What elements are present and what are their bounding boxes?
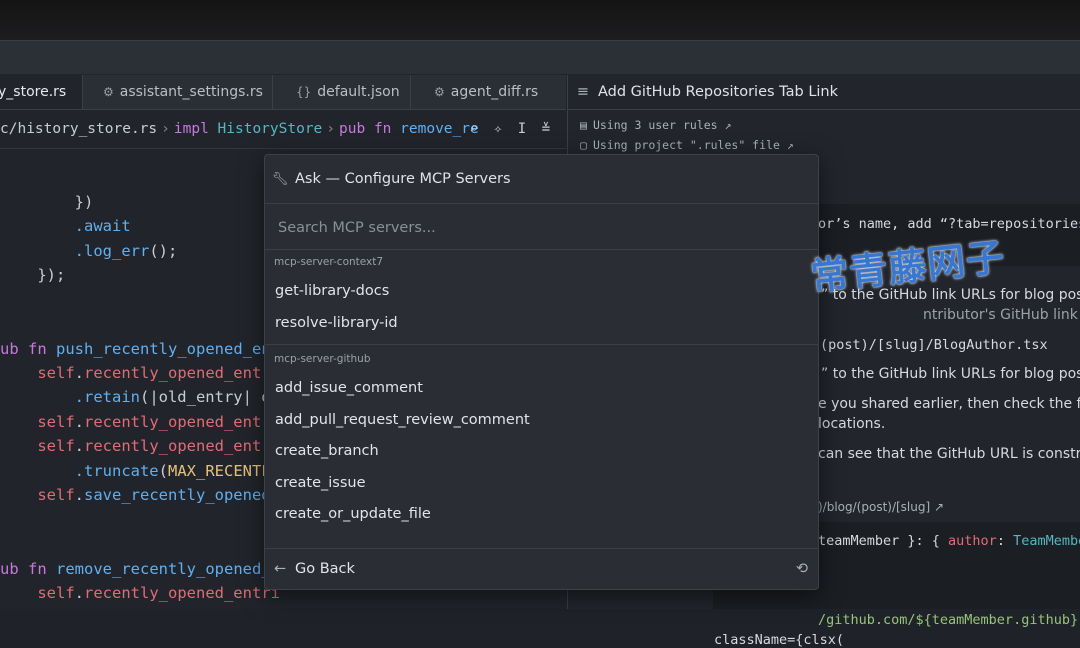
divider [265, 344, 818, 345]
tab-bar: y_store.rs ⚙ assistant_settings.rs {} defa… [0, 75, 566, 110]
tab-label: assistant_settings.rs [119, 84, 263, 100]
breadcrumb-impl-type[interactable]: HistoryStore [218, 121, 323, 137]
go-back-label: Go Back [295, 561, 355, 577]
code-token: author [948, 533, 997, 549]
mcp-tool-item[interactable]: get-library-docs [275, 277, 389, 305]
message-text: ” to the GitHub link URLs for blog post … [821, 366, 1080, 382]
code-token: .log_err [74, 242, 150, 260]
code-token: .await [74, 217, 131, 235]
sparkle-icon[interactable]: ✧ [486, 110, 510, 148]
tab-label: y_store.rs [0, 84, 67, 100]
tab-label: agent_diff.rs [450, 84, 539, 100]
dialog-search [265, 204, 818, 251]
arrow-left-icon: ← [273, 561, 287, 577]
gear-icon: ⚙ [103, 85, 114, 99]
message-code-text: /github.com/${teamMember.github}`} [818, 612, 1080, 628]
code-line: ub fn remove_recently_opened_ [0, 560, 271, 578]
message-code-text: className={clsx( [714, 632, 845, 648]
tab-agent-diff[interactable]: ⚙ agent_diff.rs [412, 75, 566, 109]
go-back-button[interactable]: ← Go Back [265, 561, 355, 577]
message-code-text: teamMember }: { author: TeamMember } [818, 533, 1080, 549]
code-line: }); [0, 266, 66, 284]
code-line: self.recently_opened_entri [37, 413, 280, 431]
code-line: self.recently_opened_entri [37, 364, 280, 382]
rule-link-text: Using 3 user rules ↗ [592, 118, 732, 132]
search-mcp-input[interactable] [276, 204, 800, 251]
breadcrumb-separator: › [161, 121, 170, 137]
configure-mcp-dialog: 🔧︎ Ask — Configure MCP Servers mcp-server… [264, 154, 819, 590]
code-line: .await [0, 214, 131, 238]
agent-thread-title-text: Add GitHub Repositories Tab Link [598, 84, 839, 100]
editor-toolbar: ⌕ ✧ I ≚ [462, 110, 558, 148]
breadcrumb: c/history_store.rs › impl HistoryStore › pub… [0, 110, 566, 149]
history-icon[interactable]: ⟲ [796, 549, 808, 589]
code-line: .retain(|old_entry| ol [74, 388, 280, 406]
mcp-tool-item[interactable]: add_issue_comment [275, 374, 423, 402]
desktop-background [0, 0, 1080, 40]
code-line: .log_err(); [74, 242, 178, 260]
code-line: self.recently_opened_entri [37, 437, 280, 455]
sliders-icon[interactable]: ≚ [534, 110, 558, 148]
list-icon: ≡ [576, 84, 590, 100]
dialog-footer: ← Go Back ⟲ [265, 548, 818, 589]
breadcrumb-impl-keyword: impl [173, 121, 209, 137]
code-line: self.recently_opened_entri [37, 584, 280, 602]
file-link[interactable]: )/blog/(post)/[slug] ↗ [818, 500, 944, 514]
search-icon[interactable]: ⌕ [462, 110, 486, 148]
message-text: can see that the GitHub URL is construct… [818, 446, 1080, 462]
message-text: locations. [818, 416, 886, 432]
breadcrumb-path[interactable]: c/history_store.rs [0, 121, 157, 137]
code-line: ub fn push_recently_opened_en [0, 340, 271, 358]
mcp-tool-item[interactable]: create_issue [275, 469, 366, 497]
code-token: teamMember }: { [818, 533, 949, 549]
braces-icon: {} [296, 85, 312, 99]
gear-icon: ⚙ [434, 85, 445, 99]
message-text: e you shared earlier, then check the fil… [818, 396, 1080, 412]
file-icon: ▢ [580, 138, 587, 152]
code-line: self.save_recently_opened_ [37, 486, 280, 504]
mcp-tool-item[interactable]: resolve-library-id [275, 309, 398, 337]
tab-label: default.json [317, 84, 400, 100]
rule-link[interactable]: ▢ Using project ".rules" file ↗ [580, 138, 794, 152]
message-code-text: or’s name, add “?tab=repositories” to [818, 216, 1080, 232]
breadcrumb-fn-keyword: pub fn [339, 121, 392, 137]
code-token: TeamMember [1013, 533, 1080, 549]
tab-assistant-settings[interactable]: ⚙ assistant_settings.rs [83, 75, 273, 109]
group-label: mcp-server-github [274, 353, 371, 365]
mcp-tool-item[interactable]: create_branch [275, 437, 379, 465]
mcp-tool-item[interactable]: create_or_update_file [275, 500, 431, 528]
title-bar [0, 41, 1080, 74]
mcp-tool-item[interactable]: add_pull_request_review_comment [275, 406, 530, 434]
code-token: /github.com/${teamMember.github}`} [818, 612, 1080, 628]
group-label: mcp-server-context7 [274, 256, 384, 268]
rule-link-text: Using project ".rules" file ↗ [592, 138, 794, 152]
tab-default-json[interactable]: {} default.json [274, 75, 411, 109]
breadcrumb-separator: › [326, 121, 336, 137]
agent-thread-title: ≡ Add GitHub Repositories Tab Link [568, 75, 1080, 110]
file-path-text[interactable]: (post)/[slug]/BlogAuthor.tsx [820, 337, 1048, 353]
tab-history-store[interactable]: y_store.rs [0, 75, 83, 109]
dialog-header: 🔧︎ Ask — Configure MCP Servers [265, 155, 818, 204]
text-cursor-icon[interactable]: I [510, 110, 534, 148]
message-text: ntributor's GitHub link for aut [923, 307, 1080, 323]
dialog-title: Ask — Configure MCP Servers [295, 171, 511, 187]
file-icon: ▤ [580, 118, 587, 132]
wrench-icon: 🔧︎ [271, 172, 289, 187]
rule-link[interactable]: ▤ Using 3 user rules ↗ [580, 118, 731, 132]
code-line: .truncate(MAX_RECENTLY [74, 462, 280, 480]
code-line: }) [0, 193, 94, 211]
